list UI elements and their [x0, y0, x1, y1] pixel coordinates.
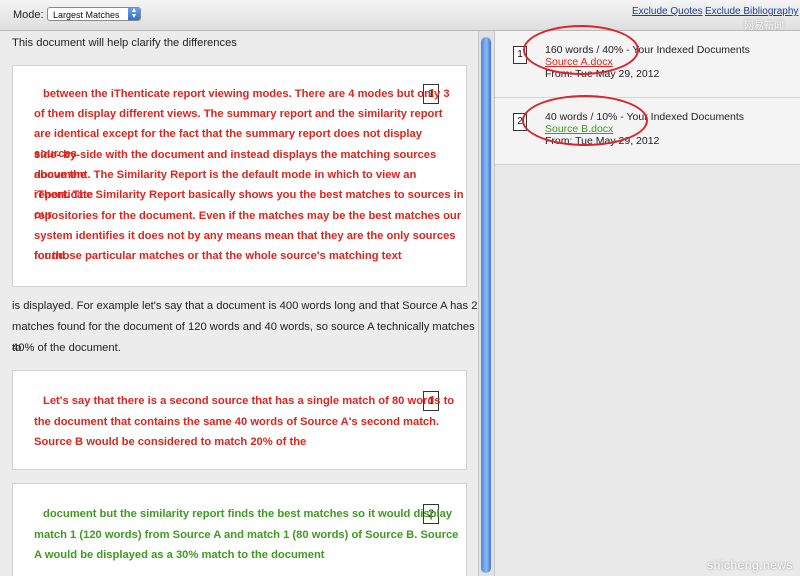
match-line: A would be displayed as a 30% match to t…	[34, 549, 325, 561]
highlight-oval-annotation	[523, 25, 639, 75]
exclude-bibliography-link[interactable]: Exclude Bibliography	[705, 6, 798, 17]
document-intro: This document will help clarify the diff…	[12, 37, 237, 49]
watermark-logo: 网易新闻	[744, 21, 784, 32]
match-line: Source B would be considered to match 20…	[34, 436, 307, 448]
match-line: for those particular matches or that the…	[34, 250, 402, 262]
match-line: of them display different views. The sum…	[34, 108, 443, 120]
match-block-3[interactable]: 2 document but the similarity report fin…	[12, 483, 467, 576]
match-line: repositories for the document. Even if t…	[34, 210, 462, 222]
mode-label: Mode:	[13, 9, 44, 21]
match-line: the document that contains the same 40 w…	[34, 416, 440, 428]
document-text-line: 40% of the document.	[12, 342, 121, 354]
mode-select[interactable]: Largest Matches ▲ ▼	[47, 7, 141, 21]
document-pane: This document will help clarify the diff…	[0, 31, 478, 576]
toolbar: Mode: Largest Matches ▲ ▼ Exclude Quotes …	[0, 0, 800, 32]
mode-select-value: Largest Matches	[53, 10, 120, 20]
match-line: Let's say that there is a second source …	[43, 395, 455, 407]
match-block-2[interactable]: 1 Let's say that there is a second sourc…	[12, 370, 467, 470]
match-line: between the iThenticate report viewing m…	[43, 88, 450, 100]
source-item-2[interactable]: 2 40 words / 10% - Your Indexed Document…	[495, 95, 800, 165]
scrollbar-thumb[interactable]	[481, 37, 491, 573]
match-line: document but the similarity report finds…	[43, 508, 453, 520]
exclude-quotes-link[interactable]: Exclude Quotes	[632, 6, 703, 17]
document-text-line: is displayed. For example let's say that…	[12, 300, 478, 312]
watermark-text: shicheng.news	[707, 558, 793, 572]
match-line: match 1 (120 words) from Source A and ma…	[34, 529, 459, 541]
highlight-oval-annotation	[522, 95, 648, 146]
sources-pane: 1 160 words / 40% - Your Indexed Documen…	[494, 25, 800, 576]
match-block-1[interactable]: 1 between the iThenticate report viewing…	[12, 65, 467, 287]
source-item-1[interactable]: 1 160 words / 40% - Your Indexed Documen…	[495, 25, 800, 98]
document-scrollbar[interactable]	[478, 31, 494, 576]
select-arrows-icon: ▲ ▼	[128, 7, 140, 20]
